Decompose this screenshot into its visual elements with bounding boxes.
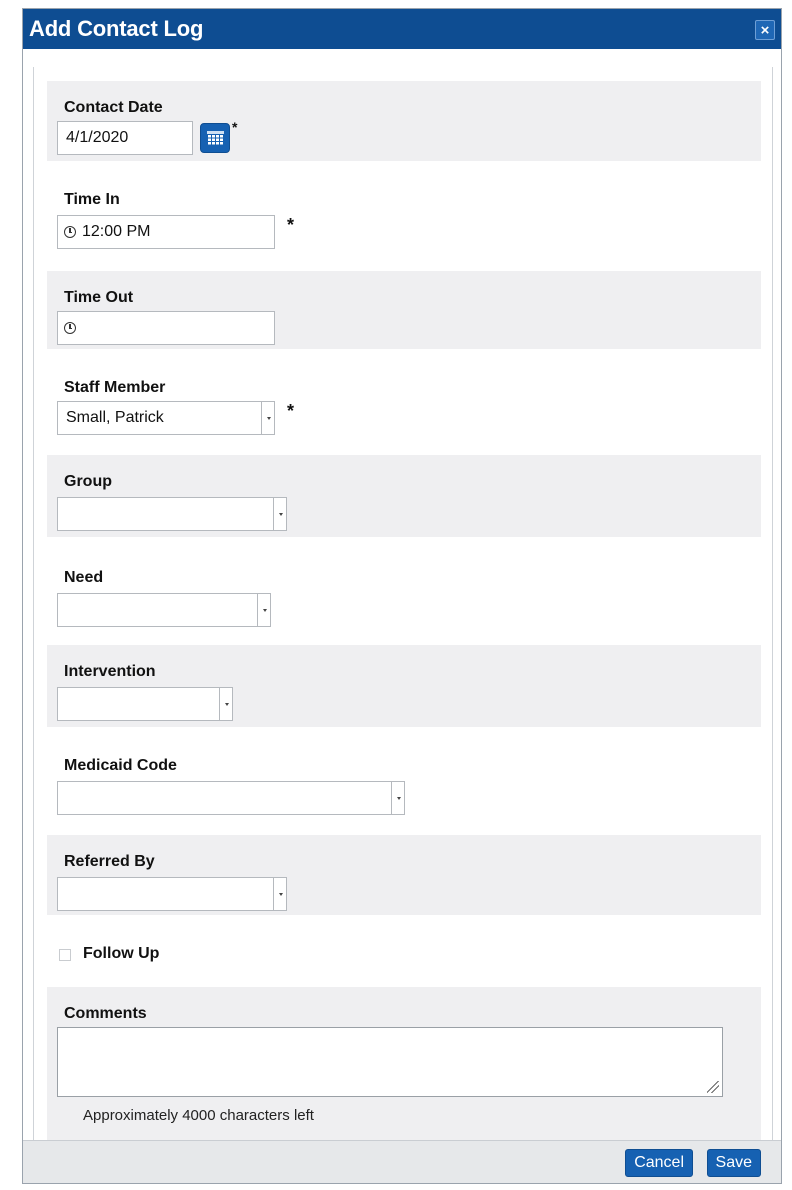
- contact-date-value: 4/1/2020: [66, 129, 129, 146]
- chevron-down-icon[interactable]: [257, 594, 270, 626]
- staff-member-value: Small, Patrick: [66, 409, 164, 426]
- follow-up-row: Follow Up: [47, 915, 761, 987]
- chevron-down-icon[interactable]: [273, 878, 286, 910]
- time-in-row: Time In 12:00 PM *: [47, 161, 761, 271]
- staff-member-row: Staff Member Small, Patrick *: [47, 349, 761, 455]
- calendar-icon: [207, 131, 224, 145]
- time-out-input[interactable]: [57, 311, 275, 345]
- dialog-title-bar: Add Contact Log ×: [23, 9, 781, 49]
- clock-icon: [64, 322, 76, 334]
- intervention-label: Intervention: [64, 663, 156, 680]
- resize-grip-icon[interactable]: [707, 1081, 719, 1093]
- characters-left-text: Approximately 4000 characters left: [83, 1107, 314, 1124]
- medicaid-code-label: Medicaid Code: [64, 757, 177, 774]
- time-in-value: 12:00 PM: [82, 223, 151, 240]
- staff-member-label: Staff Member: [64, 379, 166, 396]
- group-select[interactable]: [57, 497, 287, 531]
- time-out-row: Time Out: [47, 271, 761, 349]
- comments-label: Comments: [64, 1005, 147, 1022]
- intervention-row: Intervention: [47, 645, 761, 727]
- time-in-input[interactable]: 12:00 PM: [57, 215, 275, 249]
- contact-date-required: *: [232, 119, 238, 135]
- contact-date-label: Contact Date: [64, 99, 163, 116]
- medicaid-code-select[interactable]: [57, 781, 405, 815]
- follow-up-label: Follow Up: [83, 945, 160, 962]
- group-row: Group: [47, 455, 761, 537]
- need-row: Need: [47, 537, 761, 645]
- intervention-select[interactable]: [57, 687, 233, 721]
- add-contact-log-dialog: Add Contact Log × Contact Date 4/1/2020 …: [22, 8, 782, 1184]
- time-in-label: Time In: [64, 191, 120, 208]
- referred-by-label: Referred By: [64, 853, 155, 870]
- dialog-footer: Cancel Save: [23, 1140, 781, 1183]
- chevron-down-icon[interactable]: [391, 782, 404, 814]
- chevron-down-icon[interactable]: [261, 402, 274, 434]
- chevron-down-icon[interactable]: [273, 498, 286, 530]
- save-button[interactable]: Save: [706, 1149, 761, 1177]
- time-in-required: *: [287, 215, 295, 235]
- medicaid-code-row: Medicaid Code: [47, 727, 761, 835]
- time-out-label: Time Out: [64, 289, 134, 306]
- dialog-title: Add Contact Log: [29, 16, 204, 41]
- comments-textarea[interactable]: [57, 1027, 723, 1097]
- contact-date-input[interactable]: 4/1/2020: [57, 121, 193, 155]
- referred-by-row: Referred By: [47, 835, 761, 915]
- chevron-down-icon[interactable]: [219, 688, 232, 720]
- close-button[interactable]: ×: [755, 20, 775, 40]
- need-label: Need: [64, 569, 104, 586]
- follow-up-checkbox[interactable]: [59, 949, 71, 961]
- staff-member-required: *: [287, 401, 295, 421]
- staff-member-select[interactable]: Small, Patrick: [57, 401, 275, 435]
- form-content: Contact Date 4/1/2020 * Time In 12:00 PM…: [33, 67, 773, 1143]
- need-select[interactable]: [57, 593, 271, 627]
- group-label: Group: [64, 473, 112, 490]
- clock-icon: [64, 226, 76, 238]
- calendar-button[interactable]: [200, 123, 230, 153]
- contact-date-row: Contact Date 4/1/2020 *: [47, 81, 761, 161]
- cancel-button[interactable]: Cancel: [625, 1149, 693, 1177]
- close-icon: ×: [760, 22, 770, 39]
- referred-by-select[interactable]: [57, 877, 287, 911]
- comments-row: Comments Approximately 4000 characters l…: [47, 987, 761, 1143]
